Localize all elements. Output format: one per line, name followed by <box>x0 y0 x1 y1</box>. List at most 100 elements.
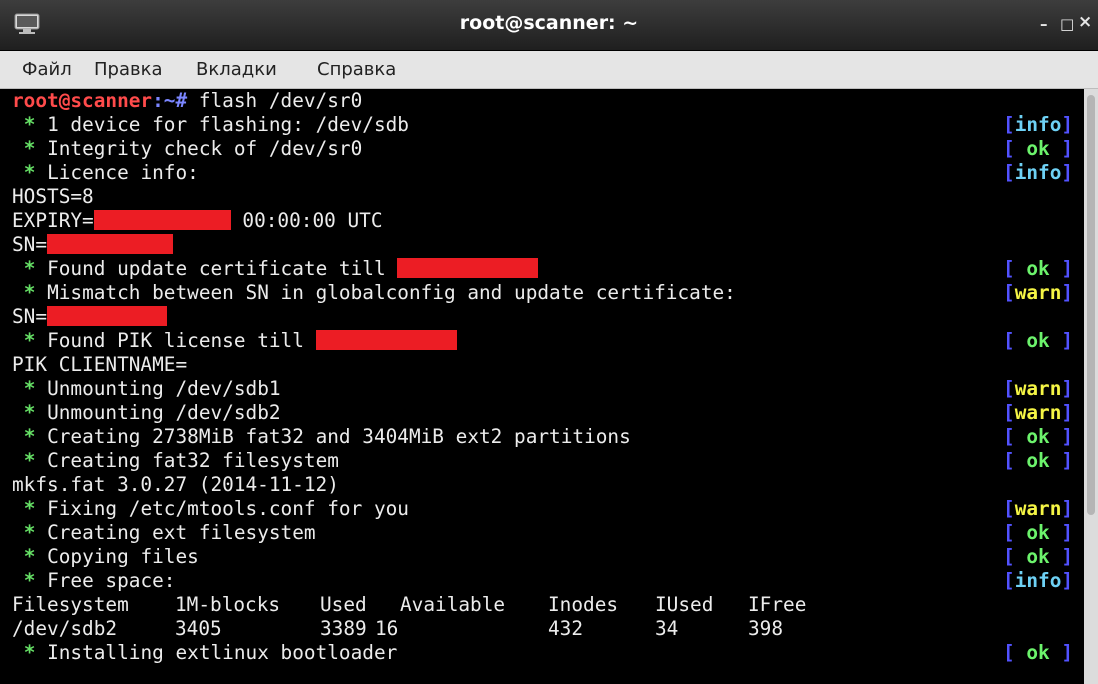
bullet-icon: * <box>23 329 36 352</box>
output-line: SN= <box>12 233 174 257</box>
line-text: PIK CLIENTNAME= <box>12 353 188 376</box>
line-text: Copying files <box>47 545 199 568</box>
bullet-icon: * <box>23 161 36 184</box>
bullet-icon: * <box>23 281 36 304</box>
redaction-block <box>93 210 231 230</box>
menu-edit[interactable]: Правка <box>94 59 163 80</box>
output-line: * Free space: <box>12 569 176 593</box>
line-text: SN= <box>12 233 48 256</box>
menu-help[interactable]: Справка <box>317 59 396 80</box>
status-ok-badge: [ ok ] <box>1003 449 1074 472</box>
redaction-block <box>47 306 168 326</box>
output-line: * Installing extlinux bootloader <box>12 641 398 665</box>
output-line: * Copying files <box>12 545 199 569</box>
bullet-icon: * <box>23 641 36 664</box>
redaction-block <box>397 258 539 278</box>
minimize-button[interactable]: – <box>1040 15 1048 33</box>
df-cell: 3389 <box>320 617 367 640</box>
status-info-badge: [info] <box>1003 113 1074 136</box>
prompt-user-host: root@scanner <box>12 89 153 112</box>
output-line: * Fixing /etc/mtools.conf for you <box>12 497 409 521</box>
df-header-cell: Available <box>400 593 506 616</box>
prompt-line: root@scanner:~# flash /dev/sr0 <box>12 89 362 113</box>
line-text: Licence info: <box>47 161 199 184</box>
output-line: * Mismatch between SN in globalconfig an… <box>12 281 736 305</box>
output-line: * Unmounting /dev/sdb2 <box>12 401 281 425</box>
bullet-icon: * <box>23 545 36 568</box>
bullet-icon: * <box>23 569 36 592</box>
terminal-output[interactable]: root@scanner:~# flash /dev/sr0 * 1 devic… <box>0 89 1084 684</box>
df-header-cell: Used <box>320 593 367 616</box>
bullet-icon: * <box>23 497 36 520</box>
line-text: Free space: <box>47 569 176 592</box>
bullet-icon: * <box>23 257 36 280</box>
prompt-path: :~ <box>152 89 176 112</box>
line-text: Fixing /etc/mtools.conf for you <box>47 497 409 520</box>
df-header-cell: IUsed <box>655 593 714 616</box>
bullet-icon: * <box>23 425 36 448</box>
line-text: HOSTS=8 <box>12 185 94 208</box>
output-line: * Creating fat32 filesystem <box>12 449 339 473</box>
line-text: Found PIK license till <box>47 329 316 352</box>
df-header-cell: 1M-blocks <box>175 593 281 616</box>
df-cell: 398 <box>748 617 784 640</box>
df-cell: 16 <box>375 617 399 640</box>
line-text: Integrity check of /dev/sr0 <box>47 137 363 160</box>
status-ok-badge: [ ok ] <box>1003 257 1074 280</box>
command-text: flash /dev/sr0 <box>198 89 363 112</box>
line-text: EXPIRY= <box>12 209 94 232</box>
output-line: * Licence info: <box>12 161 199 185</box>
status-info-badge: [info] <box>1003 161 1074 184</box>
redaction-block <box>47 234 174 254</box>
bullet-icon: * <box>23 113 36 136</box>
status-ok-badge: [ ok ] <box>1003 641 1074 664</box>
df-cell: 3405 <box>175 617 222 640</box>
status-info-badge: [info] <box>1003 569 1074 592</box>
output-line: SN= <box>12 305 168 329</box>
menu-file[interactable]: Файл <box>22 59 72 80</box>
line-text: Creating 2738MiB fat32 and 3404MiB ext2 … <box>47 425 631 448</box>
vertical-scrollbar[interactable] <box>1084 89 1098 684</box>
bullet-icon: * <box>23 401 36 424</box>
status-ok-badge: [ ok ] <box>1003 137 1074 160</box>
status-ok-badge: [ ok ] <box>1003 521 1074 544</box>
output-line: HOSTS=8 <box>12 185 94 209</box>
bullet-icon: * <box>23 521 36 544</box>
bullet-icon: * <box>23 137 36 160</box>
df-header-cell: IFree <box>748 593 807 616</box>
line-text: Found update certificate till <box>47 257 398 280</box>
scrollbar-thumb[interactable] <box>1087 95 1095 515</box>
output-line: * Found update certificate till <box>12 257 539 281</box>
status-warn-badge: [warn] <box>1003 497 1074 520</box>
maximize-button[interactable]: □ <box>1060 15 1074 33</box>
line-text: Unmounting /dev/sdb2 <box>47 401 281 424</box>
output-line: * Creating ext filesystem <box>12 521 316 545</box>
line-text: Creating fat32 filesystem <box>47 449 339 472</box>
status-warn-badge: [warn] <box>1003 401 1074 424</box>
menu-tabs[interactable]: Вкладки <box>196 59 277 80</box>
window-title: root@scanner: ~ <box>459 12 639 34</box>
output-line: * Integrity check of /dev/sr0 <box>12 137 363 161</box>
status-ok-badge: [ ok ] <box>1003 329 1074 352</box>
df-header-cell: Inodes <box>548 593 619 616</box>
line-text-suffix: 00:00:00 UTC <box>230 209 383 232</box>
title-bar[interactable]: root@scanner: ~ – □ × <box>0 0 1098 51</box>
line-text: 1 device for flashing: /dev/sdb <box>47 113 409 136</box>
menu-bar: Файл Правка Вкладки Справка <box>0 51 1098 89</box>
line-text: Mismatch between SN in globalconfig and … <box>47 281 736 304</box>
df-cell: 34 <box>655 617 679 640</box>
output-line: * Found PIK license till <box>12 329 457 353</box>
line-text: Installing extlinux bootloader <box>47 641 398 664</box>
output-line: PIK CLIENTNAME= <box>12 353 187 377</box>
close-button[interactable]: × <box>1078 13 1092 31</box>
line-text: Unmounting /dev/sdb1 <box>47 377 281 400</box>
redaction-block <box>315 330 457 350</box>
terminal-window: root@scanner: ~ – □ × Файл Правка Вкладк… <box>0 0 1098 684</box>
prompt-symbol: # <box>175 89 199 112</box>
output-line: * Creating 2738MiB fat32 and 3404MiB ext… <box>12 425 631 449</box>
bullet-icon: * <box>23 449 36 472</box>
df-cell: /dev/sdb2 <box>12 617 118 640</box>
status-ok-badge: [ ok ] <box>1003 545 1074 568</box>
status-warn-badge: [warn] <box>1003 281 1074 304</box>
output-line: mkfs.fat 3.0.27 (2014-11-12) <box>12 473 339 497</box>
